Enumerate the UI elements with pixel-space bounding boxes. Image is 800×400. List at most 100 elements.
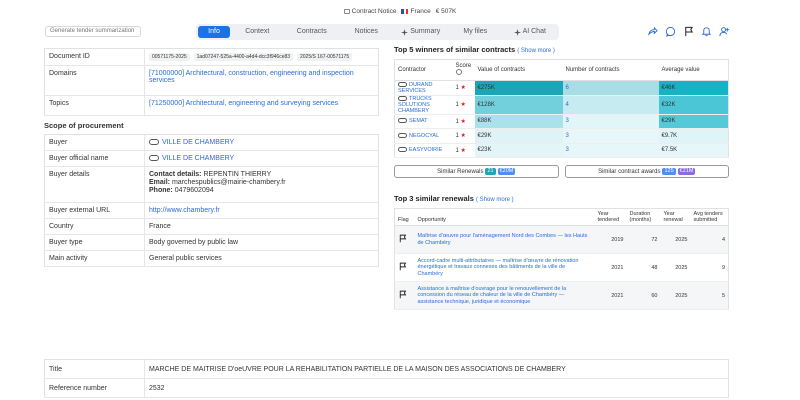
winner-value-cell: €29K	[474, 128, 563, 144]
topics-row: Topics [71250000] Architectural, enginee…	[44, 95, 379, 116]
winner-average-cell: €9.7K	[658, 128, 729, 144]
winner-name-cell: SEMAT	[394, 114, 453, 129]
winner-average-cell: €7.5K	[658, 143, 729, 158]
flag-icon[interactable]	[683, 26, 694, 37]
similar-awards-button[interactable]: Similar contract awards 125 €21M	[564, 165, 729, 178]
buyer-label: Buyer	[44, 134, 145, 151]
winner-value-cell: €23K	[474, 143, 563, 158]
winner-row[interactable]: EASYVOIRIE 1 ★ €23K 3 €7.5K	[394, 143, 729, 158]
flag-icon[interactable]	[398, 290, 407, 299]
tab-context[interactable]: Context	[230, 26, 285, 38]
winner-name-link[interactable]: EASYVOIRIE	[409, 147, 442, 153]
winner-number-link[interactable]: 6	[566, 85, 569, 91]
document-id-pill[interactable]: 2025/S 167-00571175	[297, 53, 353, 61]
handshake-icon	[149, 155, 159, 162]
buyer-url-link[interactable]: http://www.chambery.fr	[149, 207, 220, 214]
flag-icon[interactable]	[398, 262, 407, 271]
winner-number-link[interactable]: 3	[566, 147, 569, 153]
flag-icon[interactable]	[398, 234, 407, 243]
domains-link[interactable]: [71000000] Architectural, construction, …	[149, 70, 354, 84]
tab-contracts-label: Contracts	[296, 28, 327, 35]
winner-name-link[interactable]: SEMAT	[409, 118, 428, 124]
comment-icon[interactable]	[665, 26, 676, 37]
domains-label: Domains	[44, 65, 145, 96]
buyer-url-label: Buyer external URL	[44, 202, 145, 219]
tab-summary[interactable]: Summary	[394, 26, 449, 38]
star-icon: ★	[460, 147, 466, 154]
buyer-official-label: Buyer official name	[44, 150, 145, 167]
opportunity-header: Opportunity	[414, 208, 595, 226]
similar-renewals-button[interactable]: Similar Renewals 21 €20M	[394, 165, 559, 178]
winner-row[interactable]: NEGOCYAL 1 ★ €29K 3 €9.7K	[394, 128, 729, 144]
renewal-year-renewal: 2025	[660, 253, 691, 282]
renewal-year-renewal: 2025	[660, 225, 691, 254]
winner-name-cell: EASYVOIRIE	[394, 143, 453, 158]
topics-value-cell: [71250000] Architectural, engineering an…	[144, 95, 379, 116]
topics-link[interactable]: [71250000] Architectural, engineering an…	[149, 100, 338, 107]
winner-number-link[interactable]: 4	[566, 102, 569, 108]
add-user-icon[interactable]	[719, 26, 730, 37]
bell-icon[interactable]	[701, 26, 712, 37]
share-icon[interactable]	[647, 26, 658, 37]
title-value: MARCHE DE MAITRISE D'oeUVRE POUR LA REHA…	[144, 359, 729, 379]
buyer-type-value: Body governed by public law	[144, 234, 379, 251]
tab-contracts[interactable]: Contracts	[285, 26, 340, 38]
winner-row[interactable]: SEMAT 1 ★ €88K 3 €29K	[394, 114, 729, 129]
contact-value: REPENTIN THIERRY	[203, 171, 272, 178]
winner-score: 1	[455, 133, 459, 140]
tab-info[interactable]: Info	[198, 26, 230, 38]
renewal-title-link[interactable]: Accord-cadre multi-attributaires — maîtr…	[418, 258, 579, 277]
winner-value: €23K	[477, 147, 492, 154]
renewal-row[interactable]: Accord-cadre multi-attributaires — maîtr…	[394, 253, 729, 282]
winner-score: 1	[455, 118, 459, 125]
renewal-flag-cell	[394, 253, 415, 282]
renewal-duration: 72	[626, 225, 661, 254]
tab-notices[interactable]: Notices	[339, 26, 394, 38]
renewal-row[interactable]: Assistance à maîtrise d'ouvrage pour le …	[394, 281, 729, 310]
renewal-flag-cell	[394, 281, 415, 310]
winner-average: €32K	[661, 101, 676, 108]
document-id-pill[interactable]: 00571175-2025	[149, 53, 190, 61]
year-tendered-header: Year tendered	[594, 208, 627, 226]
winner-name-cell: DURAND SERVICES	[394, 80, 453, 96]
star-icon: ★	[460, 118, 466, 125]
winners-table: Contractor Score Value of contracts Numb…	[394, 59, 729, 158]
buyer-official-link[interactable]: VILLE DE CHAMBERY	[162, 155, 234, 162]
winner-number-cell: 4	[562, 95, 659, 115]
renewals-show-more-link[interactable]: ( Show more )	[476, 197, 514, 203]
renewal-title-link[interactable]: Assistance à maîtrise d'ouvrage pour le …	[418, 286, 567, 305]
country-chip: France	[401, 5, 431, 17]
header-actions	[647, 26, 730, 37]
winners-body: DURAND SERVICES 1 ★ €275K 6 €46K TRUCKS SOLUT…	[394, 80, 729, 158]
buyer-details-label: Buyer details	[44, 166, 145, 203]
winners-show-more-link[interactable]: ( Show more )	[517, 48, 555, 54]
renewal-duration: 60	[626, 281, 661, 310]
buyer-link[interactable]: VILLE DE CHAMBERY	[162, 139, 234, 146]
generate-summary-button[interactable]: Generate tender summarization	[45, 26, 141, 37]
renewal-row[interactable]: Maîtrise d'œuvre pour l'aménagement Nord…	[394, 225, 729, 254]
reference-value: 2532	[144, 378, 729, 398]
similar-awards-label: Similar contract awards	[598, 168, 661, 175]
winner-name-link[interactable]: NEGOCYAL	[409, 133, 439, 139]
notice-icon	[343, 8, 350, 14]
winner-number-link[interactable]: 3	[566, 118, 569, 124]
winner-average-cell: €46K	[658, 80, 729, 96]
handshake-icon	[149, 139, 159, 146]
email-label: Email:	[149, 179, 171, 186]
renewal-duration: 48	[626, 253, 661, 282]
tab-my-files[interactable]: My files	[448, 26, 503, 38]
renewal-year-tendered: 2021	[594, 253, 627, 282]
document-id-pill[interactable]: 1ad07247-525a-4400-a4d4-dcc3f946ce83	[193, 53, 294, 61]
renewal-avg-tenders: 5	[690, 281, 729, 310]
winner-row[interactable]: DURAND SERVICES 1 ★ €275K 6 €46K	[394, 80, 729, 96]
contract-notice-label: Contract Notice	[351, 7, 397, 15]
renewal-title-link[interactable]: Maîtrise d'œuvre pour l'aménagement Nord…	[418, 233, 588, 246]
renewals-table: Flag Opportunity Year tendered Duration …	[394, 208, 729, 310]
score-header: Score	[452, 59, 475, 81]
winner-number-link[interactable]: 3	[566, 133, 569, 139]
tender-details-table: Title MARCHE DE MAITRISE D'oeUVRE POUR L…	[44, 359, 729, 398]
star-icon: ★	[460, 85, 466, 92]
winner-average: €46K	[661, 84, 676, 91]
tab-ai-chat[interactable]: AI Chat	[503, 26, 558, 38]
winner-row[interactable]: TRUCKS SOLUTIONS CHAMBERY 1 ★ €128K 4 €32K	[394, 95, 729, 115]
